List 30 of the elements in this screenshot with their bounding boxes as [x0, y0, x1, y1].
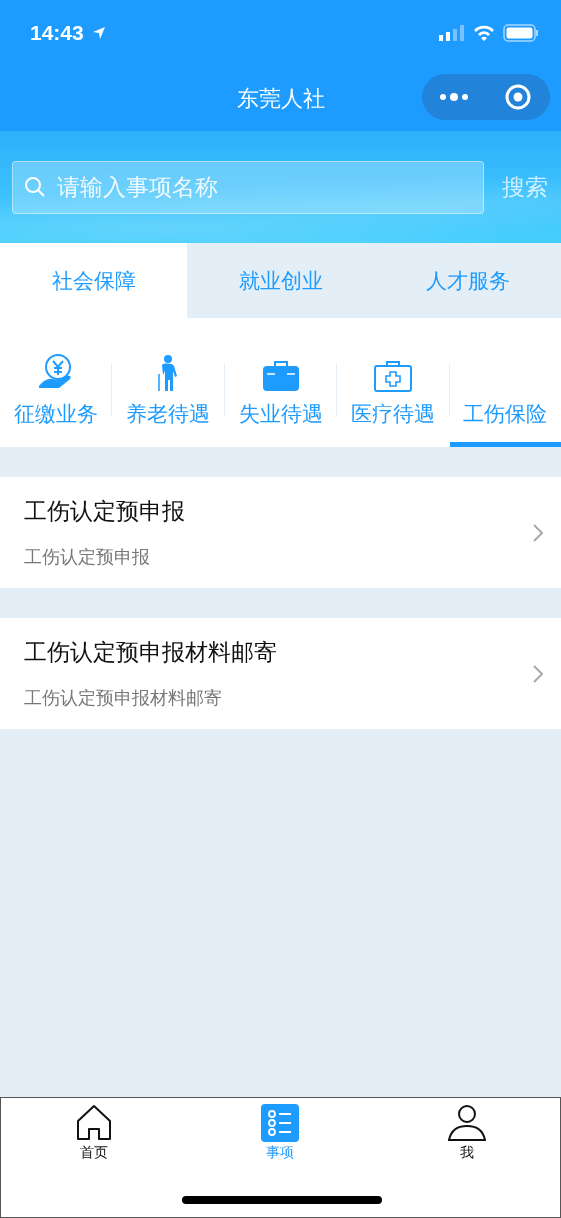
category-tab[interactable]: 社会保障 [0, 243, 187, 318]
briefcase-icon [261, 360, 300, 392]
service-item[interactable]: 工伤认定预申报材料邮寄 工伤认定预申报材料邮寄 [0, 618, 561, 729]
bottom-tab[interactable]: 首页 [1, 1104, 188, 1162]
item-subtitle: 工伤认定预申报 [24, 545, 151, 569]
search-icon [24, 175, 46, 198]
bottom-tab[interactable]: 事项 [187, 1104, 374, 1162]
close-target-icon[interactable] [505, 84, 531, 110]
item-title: 工伤认定预申报 [24, 497, 186, 526]
service-item[interactable]: 工伤认定预申报 工伤认定预申报 [0, 477, 561, 588]
search-field[interactable]: 请输入事项名称 [12, 160, 484, 214]
chevron-right-icon [533, 523, 543, 542]
wifi-icon [473, 25, 495, 41]
item-title: 工伤认定预申报材料邮寄 [24, 638, 278, 667]
battery-icon [503, 24, 539, 42]
medical-kit-icon [373, 360, 412, 392]
page-title: 东莞人社 [236, 84, 325, 113]
status-time: 14:43 [30, 21, 84, 45]
list-icon [261, 1104, 300, 1142]
person-icon [447, 1104, 486, 1142]
house-icon [75, 1104, 114, 1142]
chevron-right-icon [533, 664, 543, 683]
item-subtitle: 工伤认定预申报材料邮寄 [24, 686, 223, 710]
category-tab[interactable]: 就业创业 [187, 243, 374, 318]
signal-icon [439, 25, 465, 41]
category-tab[interactable]: 人才服务 [374, 243, 561, 318]
search-button[interactable]: 搜索 [502, 171, 548, 203]
location-arrow-icon [91, 26, 106, 40]
more-icon[interactable] [439, 92, 469, 102]
bottom-tab[interactable]: 我 [373, 1104, 560, 1162]
